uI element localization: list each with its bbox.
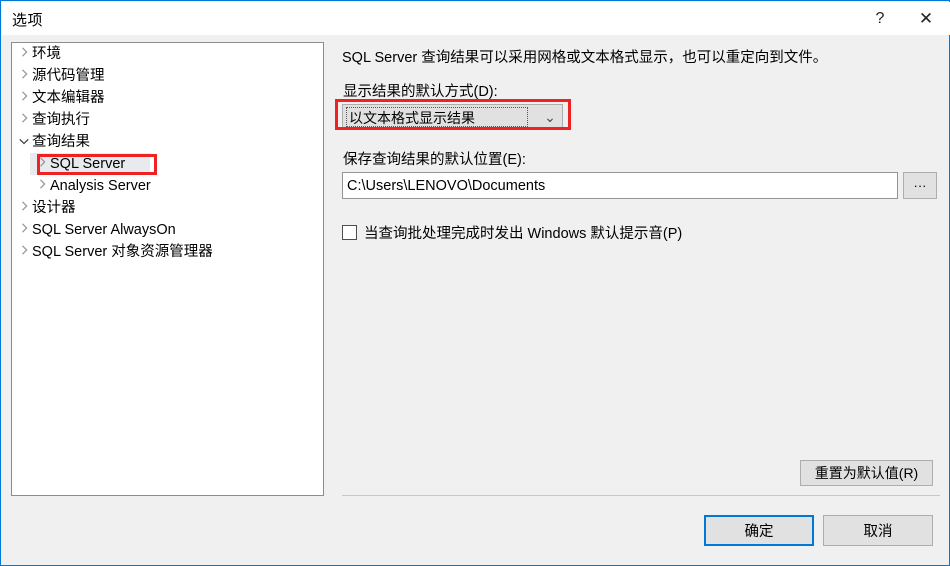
chevron-down-icon[interactable]: ⌄ (538, 105, 562, 129)
display-mode-value: 以文本格式显示结果 (346, 107, 528, 127)
default-sound-label: 当查询批处理完成时发出 Windows 默认提示音(P) (364, 226, 683, 242)
footer-divider (342, 495, 940, 496)
tree-item-content: Analysis Server (34, 178, 157, 194)
tree-item-5[interactable]: SQL Server (12, 153, 323, 175)
tree-item-4[interactable]: 查询结果 (12, 131, 323, 153)
tree-item-label: 查询执行 (32, 112, 90, 129)
display-mode-label: 显示结果的默认方式(D): (343, 84, 498, 100)
title-bar: 选项 ? ✕ (2, 2, 950, 35)
browse-button[interactable]: ··· (903, 172, 937, 199)
chevron-right-icon[interactable] (16, 109, 32, 131)
help-icon[interactable]: ? (857, 3, 903, 35)
display-mode-combobox[interactable]: 以文本格式显示结果 ⌄ (342, 104, 563, 130)
default-sound-checkbox[interactable] (342, 225, 357, 240)
tree-item-content: SQL Server (34, 156, 131, 172)
window-title: 选项 (12, 12, 44, 29)
tree-item-label: 源代码管理 (32, 68, 105, 85)
ok-button[interactable]: 确定 (704, 515, 814, 546)
tree-item-label: SQL Server AlwaysOn (32, 222, 176, 239)
tree-item-label: 环境 (32, 46, 61, 63)
chevron-right-icon[interactable] (34, 175, 50, 197)
pane-description: SQL Server 查询结果可以采用网格或文本格式显示，也可以重定向到文件。 (342, 50, 828, 66)
chevron-right-icon[interactable] (16, 43, 32, 65)
chevron-right-icon[interactable] (16, 197, 32, 219)
tree-item-content: 设计器 (16, 200, 82, 216)
save-location-label: 保存查询结果的默认位置(E): (343, 152, 526, 168)
tree-item-label: 查询结果 (32, 134, 90, 151)
close-icon[interactable]: ✕ (903, 3, 949, 35)
chevron-down-icon[interactable] (16, 131, 32, 153)
tree-item-3[interactable]: 查询执行 (12, 109, 323, 131)
options-dialog: 选项 ? ✕ 环境源代码管理文本编辑器查询执行查询结果 SQL Server Ana… (0, 0, 950, 566)
save-location-input[interactable] (342, 172, 898, 199)
sql-server-results-pane: SQL Server 查询结果可以采用网格或文本格式显示，也可以重定向到文件。 … (342, 42, 940, 492)
tree-item-label: 设计器 (32, 200, 76, 217)
reset-defaults-button[interactable]: 重置为默认值(R) (800, 460, 933, 486)
tree-item-content: SQL Server 对象资源管理器 (16, 244, 219, 260)
tree-item-label: SQL Server 对象资源管理器 (32, 244, 213, 261)
default-sound-row[interactable]: 当查询批处理完成时发出 Windows 默认提示音(P) (342, 222, 682, 244)
tree-item-8[interactable]: SQL Server AlwaysOn (12, 219, 323, 241)
tree-item-label: 文本编辑器 (32, 90, 105, 107)
tree-item-content: 查询结果 (16, 134, 96, 150)
tree-item-label: Analysis Server (50, 178, 151, 195)
tree-item-0[interactable]: 环境 (12, 43, 323, 65)
tree-item-6[interactable]: Analysis Server (12, 175, 323, 197)
tree-item-content: SQL Server AlwaysOn (16, 222, 182, 238)
chevron-right-icon[interactable] (16, 219, 32, 241)
chevron-right-icon[interactable] (16, 87, 32, 109)
tree-item-label: SQL Server (50, 156, 126, 173)
tree-item-2[interactable]: 文本编辑器 (12, 87, 323, 109)
options-tree[interactable]: 环境源代码管理文本编辑器查询执行查询结果 SQL Server Analysis S… (11, 42, 324, 496)
tree-item-content: 查询执行 (16, 112, 96, 128)
chevron-right-icon[interactable] (16, 65, 32, 87)
tree-item-content: 源代码管理 (16, 68, 111, 84)
tree-item-7[interactable]: 设计器 (12, 197, 323, 219)
tree-item-1[interactable]: 源代码管理 (12, 65, 323, 87)
cancel-button[interactable]: 取消 (823, 515, 933, 546)
tree-item-content: 文本编辑器 (16, 90, 111, 106)
chevron-right-icon[interactable] (16, 241, 32, 263)
tree-item-content: 环境 (16, 46, 67, 62)
tree-item-9[interactable]: SQL Server 对象资源管理器 (12, 241, 323, 263)
chevron-right-icon[interactable] (34, 153, 50, 175)
